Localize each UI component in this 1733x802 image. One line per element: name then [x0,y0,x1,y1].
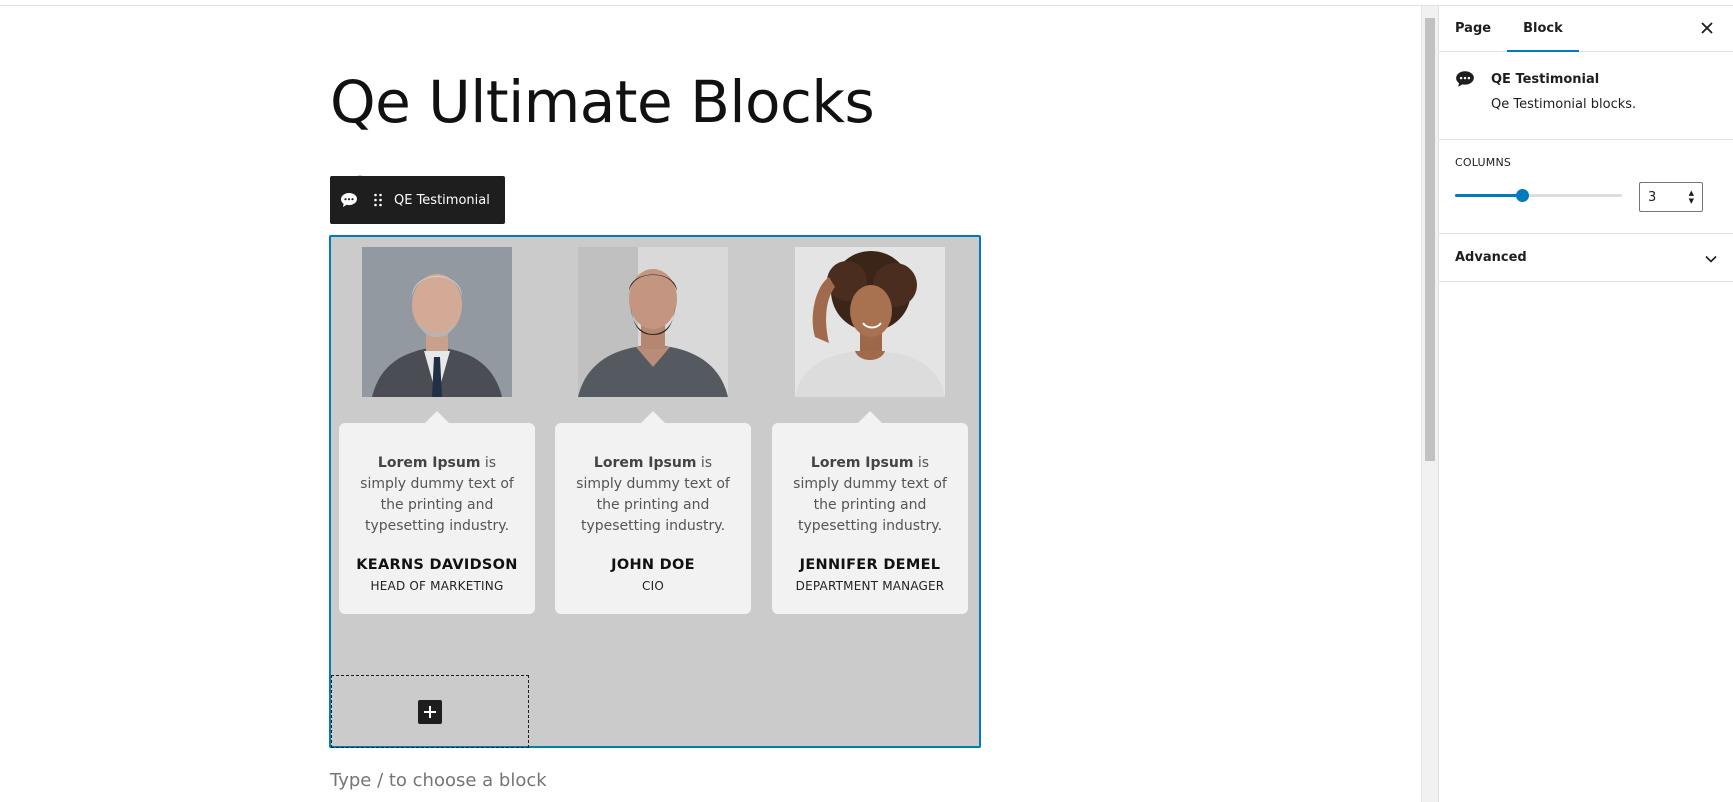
testimonial-quote[interactable]: Lorem Ipsum is simply dummy text of the … [569,453,737,537]
testimonial-role[interactable]: HEAD OF MARKETING [353,576,521,596]
columns-slider-thumb[interactable] [1515,189,1529,202]
tab-block[interactable]: Block [1507,6,1579,52]
advanced-panel-toggle[interactable]: Advanced [1439,234,1733,282]
block-card-title: QE Testimonial [1491,72,1600,87]
testimonial-name[interactable]: JOHN DOE [569,555,737,576]
scrollbar-thumb[interactable] [1425,18,1435,461]
columns-value: 3 [1648,189,1657,205]
testimonial-name[interactable]: JENNIFER DEMEL [786,555,954,576]
columns-slider-fill [1455,194,1522,197]
testimonial-name[interactable]: KEARNS DAVIDSON [353,555,521,576]
block-toolbar: QE Testimonial [330,176,505,224]
drag-handle-icon[interactable] [368,176,388,224]
block-card: QE Testimonial Qe Testimonial blocks. [1439,52,1733,140]
block-toolbar-label[interactable]: QE Testimonial [394,193,490,208]
testimonial-card[interactable]: Lorem Ipsum is simply dummy text of the … [339,411,535,614]
add-block-button[interactable] [418,699,442,724]
columns-panel: COLUMNS 3 ▲ ▼ [1439,140,1733,234]
tab-page[interactable]: Page [1439,6,1507,51]
close-icon[interactable] [1695,16,1719,40]
columns-number-input[interactable]: 3 ▲ ▼ [1639,182,1703,212]
testimonial-block-icon[interactable] [330,176,368,224]
page-title[interactable]: Qe Ultimate Blocks [330,68,875,136]
chevron-down-icon [1705,248,1717,267]
testimonial-block[interactable]: Lorem Ipsum is simply dummy text of the … [329,235,981,748]
block-appender[interactable] [331,675,529,748]
editor-canvas: Qe Ultimate Blocks LS QE Testimonial [0,6,1421,802]
plus-icon [424,705,436,718]
testimonial-photo[interactable] [362,247,512,397]
testimonial-card[interactable]: Lorem Ipsum is simply dummy text of the … [772,411,968,614]
columns-label: COLUMNS [1455,156,1512,169]
sidebar-tabs: Page Block [1439,6,1733,52]
columns-slider[interactable] [1455,189,1622,202]
testimonial-block-icon [1455,70,1491,121]
advanced-label: Advanced [1455,250,1527,265]
spinner-arrows-icon[interactable]: ▲ ▼ [1689,189,1694,205]
testimonial-photo[interactable] [578,247,728,397]
testimonial-role[interactable]: CIO [569,576,737,596]
testimonial-role[interactable]: DEPARTMENT MANAGER [786,576,954,596]
block-placeholder[interactable]: Type / to choose a block [330,770,547,791]
testimonial-photo[interactable] [795,247,945,397]
settings-sidebar: Page Block QE Testimonial Qe Testimonial… [1438,6,1733,802]
testimonial-card[interactable]: Lorem Ipsum is simply dummy text of the … [555,411,751,614]
testimonial-quote[interactable]: Lorem Ipsum is simply dummy text of the … [353,453,521,537]
block-card-description: Qe Testimonial blocks. [1491,97,1637,112]
editor-scrollbar[interactable] [1421,6,1438,802]
testimonial-quote[interactable]: Lorem Ipsum is simply dummy text of the … [786,453,954,537]
